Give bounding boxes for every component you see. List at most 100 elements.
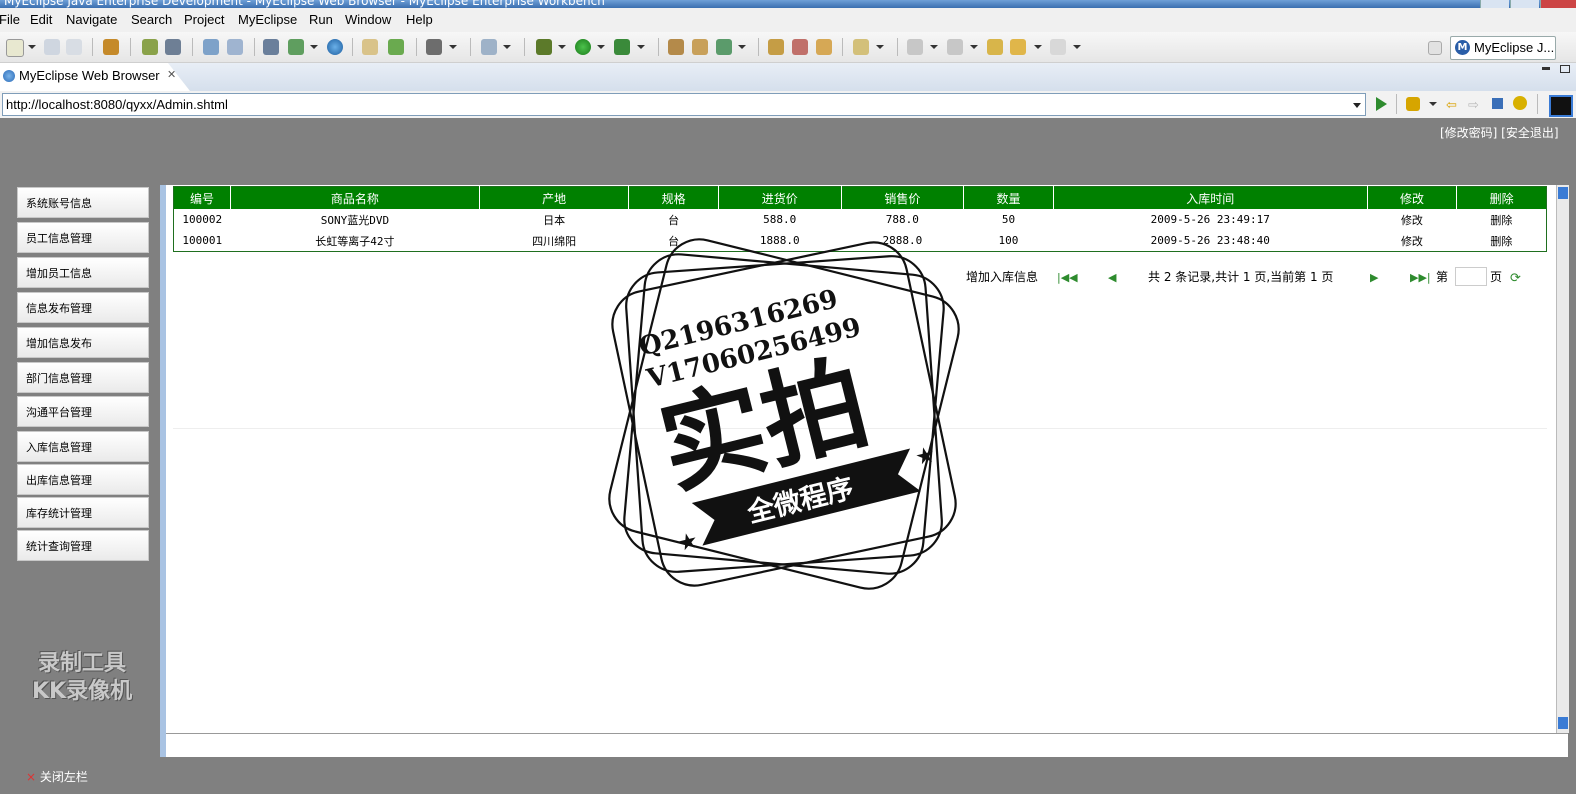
- sidebar-item-stock-out[interactable]: 出库信息管理: [17, 464, 149, 495]
- menu-myeclipse[interactable]: MyEclipse: [238, 12, 297, 27]
- chevron-down-icon[interactable]: [637, 45, 645, 49]
- first-page-icon[interactable]: |◀◀: [1057, 271, 1078, 284]
- scroll-up-icon[interactable]: [1558, 187, 1568, 199]
- sidebar-item-stock-in[interactable]: 入库信息管理: [17, 431, 149, 462]
- edit-link[interactable]: 修改: [1367, 209, 1457, 230]
- menu-run[interactable]: Run: [309, 12, 333, 27]
- server-icon[interactable]: [165, 39, 181, 55]
- sidebar-item-inventory[interactable]: 库存统计管理: [17, 497, 149, 528]
- debug-icon[interactable]: [536, 39, 552, 55]
- external-tools-icon[interactable]: [614, 39, 630, 55]
- annotation-icon[interactable]: [816, 39, 832, 55]
- chevron-down-icon[interactable]: [310, 45, 318, 49]
- save-icon[interactable]: [44, 39, 60, 55]
- chevron-down-icon[interactable]: [1429, 102, 1437, 106]
- sidebar-item-employees[interactable]: 员工信息管理: [17, 222, 149, 253]
- menu-help[interactable]: Help: [406, 12, 433, 27]
- open-perspective-icon[interactable]: [1428, 41, 1442, 55]
- forward-arrow-icon[interactable]: [1050, 39, 1066, 55]
- next-annotation-icon[interactable]: [907, 39, 923, 55]
- delete-link[interactable]: 删除: [1457, 230, 1547, 252]
- sidebar-item-departments[interactable]: 部门信息管理: [17, 362, 149, 393]
- next-page-icon[interactable]: ▶: [1370, 271, 1378, 284]
- close-window-button[interactable]: [1540, 0, 1576, 8]
- vertical-scrollbar[interactable]: [1556, 185, 1569, 733]
- open-resource-icon[interactable]: [853, 39, 869, 55]
- chevron-down-icon[interactable]: [449, 45, 457, 49]
- go-page-icon[interactable]: ⟳: [1510, 271, 1521, 286]
- menu-navigate[interactable]: Navigate: [66, 12, 117, 27]
- page-number-input[interactable]: [1455, 267, 1487, 286]
- new-icon[interactable]: [6, 39, 24, 57]
- new-class-icon[interactable]: [716, 39, 732, 55]
- browser-globe-icon[interactable]: [327, 39, 343, 55]
- open-folder-icon[interactable]: [362, 39, 378, 55]
- chevron-down-icon[interactable]: [738, 45, 746, 49]
- menu-file[interactable]: File: [0, 12, 20, 27]
- column-header: 编号: [173, 186, 231, 209]
- run-server-icon[interactable]: [288, 39, 304, 55]
- menu-project[interactable]: Project: [184, 12, 224, 27]
- stop-icon[interactable]: [1492, 98, 1503, 109]
- chevron-down-icon[interactable]: [970, 45, 978, 49]
- package-icon[interactable]: [103, 39, 119, 55]
- task-icon[interactable]: [768, 39, 784, 55]
- chevron-down-icon[interactable]: [1034, 45, 1042, 49]
- close-sidebar-button[interactable]: × 关闭左栏: [26, 768, 88, 785]
- sidebar-item-communication[interactable]: 沟通平台管理: [17, 396, 149, 427]
- forward-icon[interactable]: ⇨: [1468, 98, 1479, 113]
- url-input[interactable]: http://localhost:8080/qyxx/Admin.shtml: [2, 93, 1366, 116]
- search-wizard-icon[interactable]: [227, 39, 243, 55]
- perspective-switcher[interactable]: M MyEclipse J...: [1450, 36, 1556, 60]
- menu-window[interactable]: Window: [345, 12, 391, 27]
- sidebar-item-statistics[interactable]: 统计查询管理: [17, 530, 149, 561]
- console-icon[interactable]: [1549, 95, 1573, 117]
- chevron-down-icon[interactable]: [503, 45, 511, 49]
- new-folder-icon[interactable]: [388, 39, 404, 55]
- previous-annotation-icon[interactable]: [947, 39, 963, 55]
- refresh-icon[interactable]: [1513, 96, 1527, 110]
- tab-web-browser[interactable]: MyEclipse Web Browser ✕: [0, 63, 190, 91]
- top-links[interactable]: [修改密码] [安全退出]: [1440, 124, 1559, 141]
- chevron-down-icon[interactable]: [28, 45, 36, 49]
- window-title-bar: MyEclipse Java Enterprise Development - …: [0, 0, 1576, 8]
- print-icon[interactable]: [66, 39, 82, 55]
- scroll-down-icon[interactable]: [1558, 717, 1568, 729]
- sidebar-item-accounts[interactable]: 系统账号信息: [17, 187, 149, 218]
- favorites-icon[interactable]: [1406, 97, 1420, 111]
- back-icon[interactable]: ⇦: [1446, 98, 1457, 113]
- deploy-icon[interactable]: [263, 39, 279, 55]
- last-page-icon[interactable]: ▶▶|: [1410, 271, 1431, 284]
- wizard-icon[interactable]: [203, 39, 219, 55]
- pin-icon[interactable]: [792, 39, 808, 55]
- go-icon[interactable]: [1376, 97, 1387, 111]
- last-edit-icon[interactable]: [987, 39, 1003, 55]
- edit-link[interactable]: 修改: [1367, 230, 1457, 252]
- back-arrow-icon[interactable]: [1010, 39, 1026, 55]
- minimize-button[interactable]: [1480, 0, 1509, 8]
- chevron-down-icon[interactable]: [930, 45, 938, 49]
- prev-page-icon[interactable]: ◀: [1108, 271, 1116, 284]
- recorder-watermark: 录制工具 KK录像机: [32, 650, 132, 706]
- maximize-view-icon[interactable]: [1560, 65, 1570, 73]
- menu-edit[interactable]: Edit: [30, 12, 52, 27]
- chevron-down-icon[interactable]: [558, 45, 566, 49]
- chevron-down-icon[interactable]: [1353, 103, 1361, 108]
- sidebar-item-add-publish[interactable]: 增加信息发布: [17, 327, 149, 358]
- run-icon[interactable]: [575, 39, 591, 55]
- camera-icon[interactable]: [426, 39, 442, 55]
- sidebar-item-publish[interactable]: 信息发布管理: [17, 292, 149, 323]
- chevron-down-icon[interactable]: [597, 45, 605, 49]
- new-package-icon[interactable]: [692, 39, 708, 55]
- chevron-down-icon[interactable]: [876, 45, 884, 49]
- new-project-icon[interactable]: [668, 39, 684, 55]
- open-type-icon[interactable]: [481, 39, 497, 55]
- debug-bug-icon[interactable]: [142, 39, 158, 55]
- minimize-view-icon[interactable]: [1542, 67, 1550, 70]
- sidebar-item-add-employee[interactable]: 增加员工信息: [17, 257, 149, 288]
- menu-search[interactable]: Search: [131, 12, 172, 27]
- maximize-button[interactable]: [1510, 0, 1539, 8]
- add-stock-in-link[interactable]: 增加入库信息: [966, 270, 1038, 284]
- delete-link[interactable]: 删除: [1457, 209, 1547, 230]
- chevron-down-icon[interactable]: [1073, 45, 1081, 49]
